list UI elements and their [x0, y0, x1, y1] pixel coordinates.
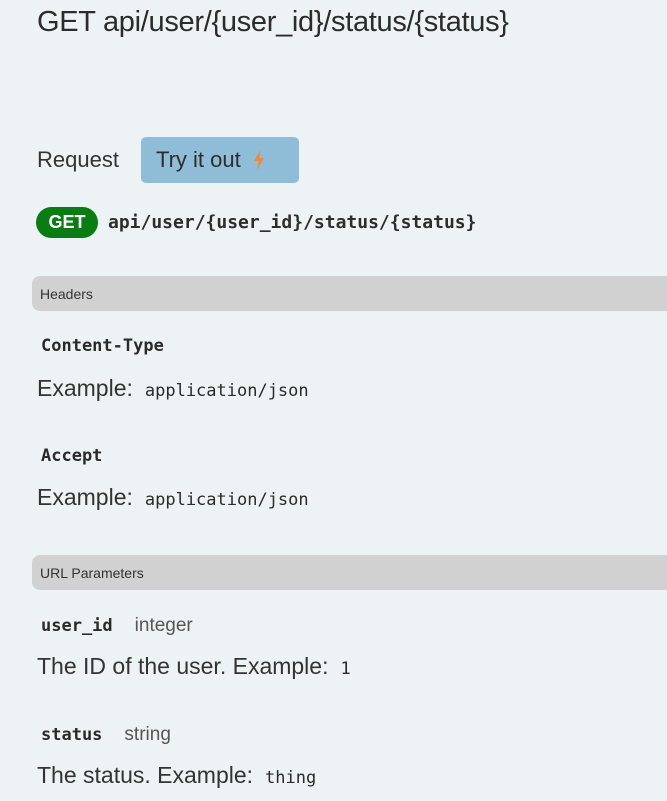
- param-type: string: [124, 724, 171, 745]
- request-label: Request: [37, 147, 119, 172]
- header-param-content-type: Content-Type: [41, 336, 164, 360]
- headers-section-label: Headers: [40, 285, 93, 302]
- header-name: Accept: [41, 446, 103, 466]
- example-value: application/json: [144, 490, 309, 510]
- header-name: Content-Type: [41, 336, 164, 356]
- header-example-accept: Example: application/json: [37, 484, 309, 514]
- endpoint-row: GET api/user/{user_id}/status/{status}: [36, 207, 476, 238]
- param-type: integer: [134, 615, 193, 636]
- param-name: status: [41, 725, 103, 745]
- try-it-out-label: Try it out: [155, 147, 241, 172]
- try-it-out-button[interactable]: Try it out: [140, 137, 299, 183]
- example-value: 1: [340, 659, 351, 679]
- header-example-content-type: Example: application/json: [37, 375, 309, 405]
- request-row: Request Try it out: [37, 137, 299, 183]
- param-description: The ID of the user. Example:: [37, 653, 329, 679]
- url-parameters-section-header: URL Parameters: [32, 555, 667, 590]
- page-title: GET api/user/{user_id}/status/{status}: [37, 6, 509, 38]
- url-param-user-id: user_id integer: [41, 615, 193, 639]
- headers-section-header: Headers: [32, 276, 667, 311]
- lightning-bolt-icon: [253, 150, 264, 170]
- url-param-status-description: The status. Example: thing: [37, 762, 316, 792]
- example-label: Example:: [37, 375, 133, 401]
- example-value: thing: [265, 768, 317, 788]
- param-description: The status. Example:: [37, 762, 254, 788]
- endpoint-path: api/user/{user_id}/status/{status}: [108, 212, 477, 233]
- method-badge-get: GET: [36, 207, 98, 238]
- param-name: user_id: [41, 616, 113, 636]
- url-param-status: status string: [41, 724, 171, 748]
- url-parameters-section-label: URL Parameters: [40, 564, 144, 581]
- url-param-user-id-description: The ID of the user. Example: 1: [37, 653, 351, 683]
- header-param-accept: Accept: [41, 446, 102, 470]
- example-label: Example:: [37, 484, 133, 510]
- example-value: application/json: [144, 381, 309, 401]
